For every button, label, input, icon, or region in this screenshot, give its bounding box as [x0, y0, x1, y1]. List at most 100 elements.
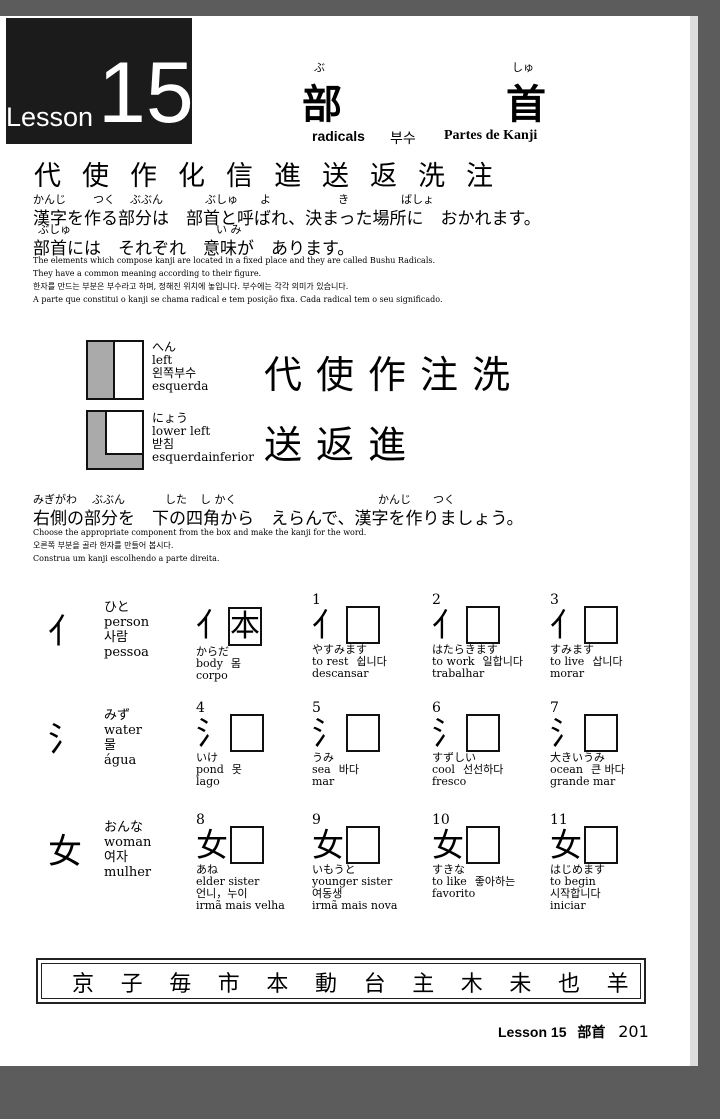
lower-left-position-icon [86, 410, 144, 470]
answer-bank-kanji[interactable]: 毎 [169, 966, 191, 998]
answer-box[interactable] [346, 606, 381, 644]
radical-part: 亻 [432, 606, 465, 644]
example-kanji-row: 代使作化信進送返洗注 [34, 161, 514, 192]
exercise-cell: 1 亻やすみます to rest 쉽니다 descansar [312, 592, 387, 680]
answer-box[interactable] [230, 826, 265, 864]
answer-box[interactable] [466, 714, 501, 752]
word-translation: descansar [312, 667, 369, 680]
answer-bank-kanji[interactable]: 台 [364, 966, 386, 998]
answer-bank-kanji[interactable]: 也 [558, 966, 580, 998]
radical-glyph: 氵 [48, 720, 82, 760]
exercise-cell: 2 亻はたらきます to work 일합니다 trabalhar [432, 592, 523, 680]
radical-meaning-pt: mulher [104, 865, 152, 880]
radical-meaning: おんな woman 여자 mulher [104, 820, 151, 880]
position-left-labels: へん left 왼쪽부수 esquerda [152, 341, 208, 393]
title-kanji-2: 首 [506, 82, 546, 128]
answer-bank: 京子毎市本動台主木未也羊 [36, 958, 646, 1004]
left-position-icon [86, 340, 144, 400]
exercise-number: 10 [432, 812, 450, 828]
answer-bank-kanji[interactable]: 市 [218, 966, 240, 998]
radical-meaning-en: water [104, 723, 143, 738]
word-translation: lago [196, 775, 220, 788]
exercise-number: 11 [550, 812, 568, 828]
exercise-number: 8 [196, 812, 205, 828]
radical-meaning-pt: água [104, 753, 137, 768]
exercise-number: 4 [196, 700, 205, 716]
answer-bank-kanji[interactable]: 京 [72, 966, 94, 998]
radical-part: 氵 [550, 714, 583, 752]
exercise-number: 1 [312, 592, 321, 608]
word-korean: 좋아하는 [474, 875, 516, 888]
word-korean: 삽니다 [592, 655, 623, 668]
radical-meaning-ko: 물 [104, 738, 116, 753]
word-translation: mar [312, 775, 335, 788]
word-portuguese: irmã mais velha [196, 899, 285, 912]
lesson-number: 15 [98, 45, 194, 141]
exercise-number: 5 [312, 700, 321, 716]
answer-box[interactable] [346, 826, 381, 864]
answer-box[interactable] [584, 606, 619, 644]
task-instruction: 右側の部分を 下の四角から えらんで、漢字を作りましょう。 [33, 509, 524, 529]
answer-box[interactable] [466, 606, 501, 644]
subtitle-ko: 부수 [390, 131, 416, 147]
exercise-cell: 11 女はじめます to begin 시작합니다 iniciar [550, 812, 619, 912]
word-portuguese: iniciar [550, 899, 586, 912]
answer-box[interactable] [466, 826, 501, 864]
radical-glyph: 女 [48, 832, 82, 872]
radical-part: 女 [550, 826, 583, 864]
answer-bank-kanji[interactable]: 子 [121, 966, 143, 998]
word-korean: 선선하다 [462, 763, 504, 776]
footer-lesson: Lesson 15 [498, 1024, 567, 1040]
exercise-cell: 3 亻すみます to live 삽니다 morar [550, 592, 623, 680]
answer-bank-kanji[interactable]: 主 [412, 966, 434, 998]
radical-meaning-ko: 사람 [104, 630, 128, 645]
answer-box[interactable] [584, 826, 619, 864]
task-korean: 오른쪽 부분을 골라 한자를 만들어 봅시다. [33, 541, 174, 550]
word-korean: 일합니다 [482, 655, 523, 668]
answer-box[interactable] [346, 714, 381, 752]
word-translation: favorito [432, 887, 476, 900]
lesson-tab: Lesson 15 [6, 18, 194, 144]
answer-box[interactable] [230, 714, 265, 752]
radical-meaning-en: woman [104, 835, 152, 850]
page-edge [690, 16, 698, 1066]
radical-part: 氵 [196, 714, 229, 752]
radical-part: 亻 [550, 606, 583, 644]
page-footer: Lesson 15 部首 201 [498, 1022, 649, 1042]
answer-bank-kanji[interactable]: 羊 [607, 966, 629, 998]
position-left-pt: esquerda [152, 379, 209, 393]
word-translation: trabalhar [432, 667, 485, 680]
exercise-number: 2 [432, 592, 441, 608]
radical-part: 氵 [312, 714, 345, 752]
page-number: 201 [618, 1022, 649, 1041]
word-korean: 바다 [338, 763, 359, 776]
exercise-number [196, 592, 262, 606]
subtitle-en: radicals [312, 128, 365, 144]
exercise-cell: 10 女すきな to like 좋아하는 favorito [432, 812, 515, 900]
exercise-cell: 6 氵すずしい cool 선선하다 fresco [432, 700, 503, 788]
answer-bank-kanji[interactable]: 未 [509, 966, 531, 998]
exercise-cell: 9 女いもうと younger sister 여동생 irmã mais nova [312, 812, 397, 912]
exercise-number: 7 [550, 700, 559, 716]
exercise-cell: 8 女あね elder sister 언니，누이 irmã mais velha [196, 812, 285, 912]
answer-bank-kanji[interactable]: 動 [315, 966, 337, 998]
answer-bank-kanji[interactable]: 木 [461, 966, 483, 998]
answer-box[interactable] [584, 714, 619, 752]
word-translation: morar [550, 667, 585, 680]
lesson-word: Lesson [6, 102, 94, 132]
subtitle-pt: Partes de Kanji [444, 128, 538, 143]
exercise-number: 3 [550, 592, 559, 608]
answer-bank-kanji[interactable]: 本 [266, 966, 288, 998]
radical-part: 女 [196, 826, 229, 864]
filled-component: 本 [228, 607, 263, 646]
exercise-cell: 亻本 からだ body 몸 corpo [196, 592, 263, 682]
position-lower-left-labels: にょう lower left 받침 esquerdainferior [152, 412, 254, 464]
radical-part: 亻 [312, 606, 345, 644]
position-lower-left-pt: esquerdainferior [152, 450, 254, 464]
position-left-kanji: 代使作注洗 [264, 353, 525, 397]
radical-meaning-en: person [104, 615, 150, 630]
exercise-cell: 5 氵うみ sea 바다 mar [312, 700, 381, 788]
task-english: Choose the appropriate component from th… [33, 528, 367, 537]
radical-part: 女 [432, 826, 465, 864]
intro-english-2: They have a common meaning according to … [33, 269, 262, 278]
